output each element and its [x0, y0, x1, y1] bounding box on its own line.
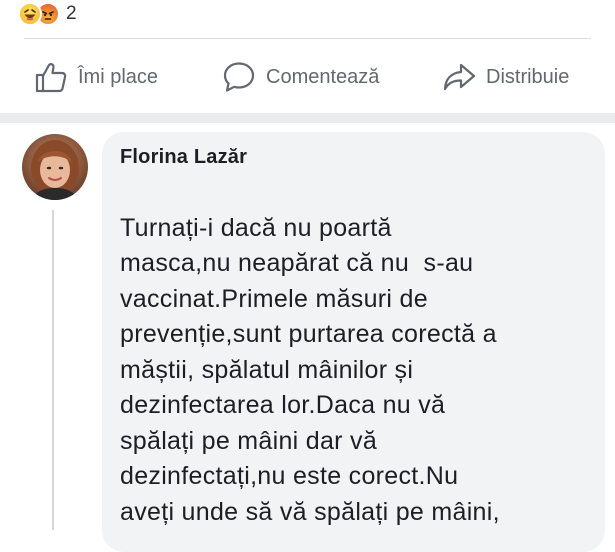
- comment-line: dezinfectați,nu este corect.Nu: [120, 462, 459, 490]
- thumbs-up-icon: [35, 63, 67, 93]
- comment-line: aveți unde să vă spălați pe mâini,: [120, 497, 500, 526]
- comment-line: Turnați-i dacă nu poartă: [120, 213, 392, 242]
- comment-button[interactable]: Comentează: [222, 52, 379, 102]
- like-label: Îmi place: [78, 65, 159, 88]
- comment-line: prevenție,sunt purtarea corectă a: [120, 320, 497, 348]
- comment-line: masca,nu neapărat că nu s-au: [120, 249, 474, 277]
- like-button[interactable]: Îmi place: [34, 52, 158, 102]
- avatar[interactable]: [22, 134, 88, 200]
- comment-label: Comentează: [266, 65, 380, 88]
- haha-reaction-icon: [18, 2, 42, 26]
- comment-author[interactable]: Florina Lazăr: [120, 146, 589, 169]
- post-action-bar: Îmi place Comentează Distribuie: [0, 52, 615, 102]
- share-arrow-icon: [443, 63, 476, 91]
- share-label: Distribuie: [486, 65, 570, 88]
- thread-line: [52, 210, 54, 530]
- comment-line: dezinfectarea lor.Daca nu vă: [120, 391, 446, 419]
- divider: [24, 38, 591, 39]
- post-separator: [0, 113, 615, 123]
- reaction-count: 2: [66, 3, 77, 24]
- reactions-summary[interactable]: 2: [18, 0, 77, 28]
- speech-bubble-icon: [223, 62, 255, 92]
- share-button[interactable]: Distribuie: [442, 52, 569, 102]
- comment-line: spălați pe mâini dar vă: [120, 426, 378, 455]
- comment-bubble: Florina Lazăr Turnați-i dacă nu poartă m…: [102, 132, 605, 552]
- comment-text: Turnați-i dacă nu poartă masca,nu neapăr…: [120, 175, 589, 530]
- comment-line: vaccinat.Primele măsuri de: [120, 284, 428, 313]
- comment-line: măștii, spălatul mâinilor și: [120, 355, 414, 384]
